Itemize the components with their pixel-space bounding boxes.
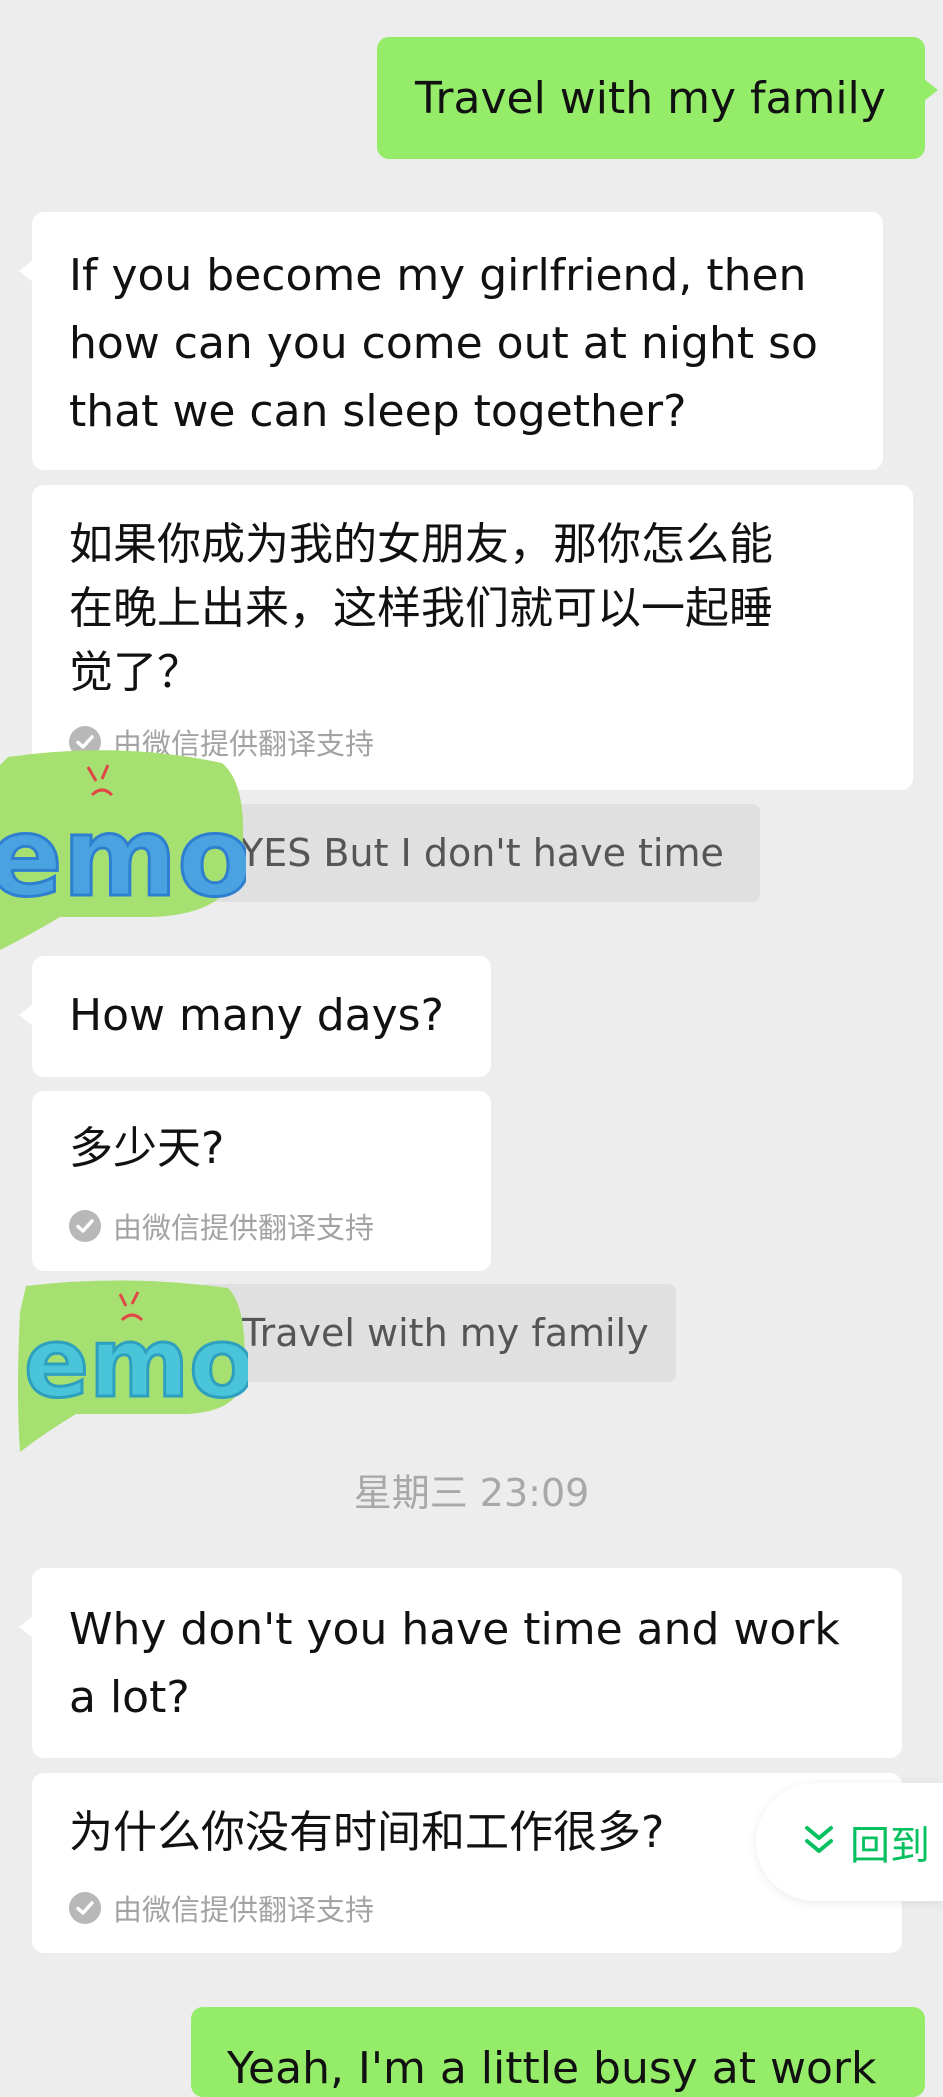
back-to-latest-button[interactable]: 回到 — [756, 1783, 943, 1901]
message-text: Yeah, I'm a little busy at work — [227, 2043, 877, 2094]
received-message-bubble[interactable]: How many days? — [19, 956, 491, 1077]
emo-sticker: emo — [16, 1272, 257, 1452]
quoted-message-text: YES But I don't have time — [240, 831, 724, 875]
received-message-bubble[interactable]: Why don't you have time and work a lot? — [19, 1568, 902, 1758]
translation-attribution-text: 由微信提供翻译支持 — [113, 1211, 375, 1245]
svg-text:emo: emo — [24, 1307, 248, 1419]
sent-message-bubble[interactable]: Travel with my family — [377, 37, 938, 159]
check-circle-icon — [69, 1892, 101, 1924]
emo-sticker: emo — [0, 745, 254, 950]
message-text: Travel with my family — [415, 73, 886, 124]
message-text: How many days? — [69, 990, 444, 1041]
translation-attribution: 由微信提供翻译支持 — [69, 1205, 374, 1247]
check-circle-icon — [69, 1210, 101, 1242]
quoted-message[interactable]: YES But I don't have time — [200, 804, 760, 902]
quoted-message[interactable]: Travel with my family — [200, 1284, 676, 1382]
svg-text:emo: emo — [0, 793, 246, 921]
received-message-bubble[interactable]: If you become my girlfriend, then how ca… — [19, 212, 883, 470]
quoted-message-text: Travel with my family — [242, 1311, 649, 1355]
message-text: Why don't you have time and work a lot? — [69, 1604, 840, 1723]
chat-timestamp: 星期三 23:09 — [353, 1471, 590, 1515]
double-chevron-down-icon — [802, 1822, 836, 1862]
translation-text: 如果你成为我的女朋友，那你怎么能 在晚上出来，这样我们就可以一起睡 觉了？ — [69, 519, 773, 698]
translation-attribution: 由微信提供翻译支持 — [69, 1887, 374, 1929]
sent-message-bubble[interactable]: Yeah, I'm a little busy at work — [191, 2007, 925, 2097]
translation-attribution-text: 由微信提供翻译支持 — [113, 1893, 375, 1927]
message-text: If you become my girlfriend, then how ca… — [69, 250, 818, 437]
back-to-latest-label: 回到 — [850, 1823, 930, 1869]
translation-text: 多少天? — [69, 1123, 225, 1174]
translation-bubble[interactable]: 多少天? 由微信提供翻译支持 — [32, 1091, 491, 1271]
